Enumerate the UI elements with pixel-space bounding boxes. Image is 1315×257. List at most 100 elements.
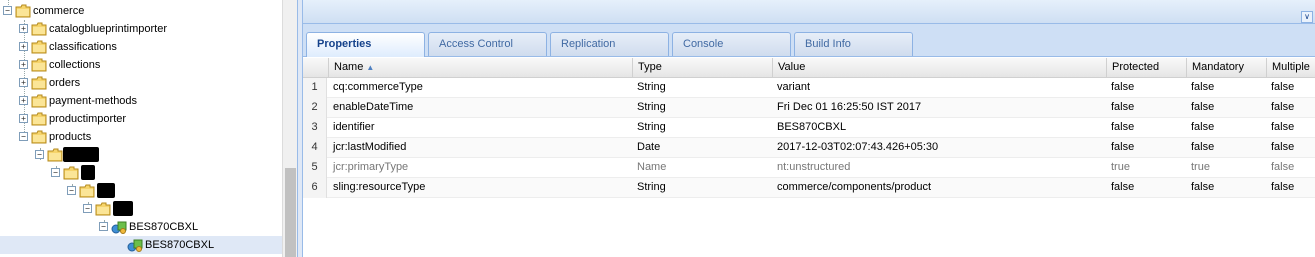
tree-expand-toggle[interactable]: + xyxy=(19,60,28,69)
cell-value[interactable]: Fri Dec 01 16:25:50 IST 2017 xyxy=(772,98,1106,118)
column-header-type[interactable]: Type xyxy=(632,58,772,78)
tree-node-redacted[interactable]: − xyxy=(0,164,282,182)
cell-value[interactable]: 2017-12-03T02:07:43.426+05:30 xyxy=(772,138,1106,158)
cell-name[interactable]: jcr:primaryType xyxy=(328,158,632,178)
tree-node-catalogblueprintimporter[interactable]: + catalogblueprintimporter xyxy=(0,20,282,38)
tree-collapse-toggle[interactable]: − xyxy=(99,222,108,231)
folder-icon xyxy=(31,130,47,144)
tree-scrollbar-thumb[interactable] xyxy=(285,168,296,257)
tree-node-classifications[interactable]: + classifications xyxy=(0,38,282,56)
tree-node-collections[interactable]: + collections xyxy=(0,56,282,74)
tree-node-label[interactable]: orders xyxy=(49,76,80,90)
table-row[interactable]: 3 identifier String BES870CBXL false fal… xyxy=(303,118,1315,138)
cell-value[interactable]: variant xyxy=(772,78,1106,98)
cell-protected: true xyxy=(1111,161,1130,173)
tree-scrollbar[interactable] xyxy=(282,0,297,257)
cell-name[interactable]: sling:resourceType xyxy=(328,178,632,198)
tree-node-label[interactable]: collections xyxy=(49,58,100,72)
tree-node-label[interactable]: BES870CBXL xyxy=(129,220,198,234)
table-row[interactable]: 2 enableDateTime String Fri Dec 01 16:25… xyxy=(303,98,1315,118)
tree-collapse-toggle[interactable]: − xyxy=(19,132,28,141)
column-header-mandatory[interactable]: Mandatory xyxy=(1186,58,1266,78)
tree-node-commerce[interactable]: − commerce xyxy=(0,2,282,20)
cell-multiple: false xyxy=(1271,161,1295,173)
cell-type[interactable]: Date xyxy=(632,138,772,158)
cell-value[interactable]: BES870CBXL xyxy=(772,118,1106,138)
cell-mandatory: false xyxy=(1191,101,1215,113)
tree-expand-toggle[interactable]: + xyxy=(19,96,28,105)
tree-node-label[interactable]: BES870CBXL xyxy=(145,238,214,252)
tree-node-label[interactable]: payment-methods xyxy=(49,94,137,108)
properties-panel: ∨ Properties Access Control Replication … xyxy=(303,0,1315,257)
tree-collapse-toggle[interactable]: − xyxy=(35,150,44,159)
cell-type[interactable]: Name xyxy=(632,158,772,178)
cell-mandatory: false xyxy=(1191,81,1215,93)
tree-expand-toggle[interactable]: + xyxy=(19,114,28,123)
tree-expand-toggle[interactable]: + xyxy=(19,78,28,87)
cell-multiple: false xyxy=(1271,141,1295,153)
redaction-mark xyxy=(97,183,115,198)
tree-collapse-toggle[interactable]: − xyxy=(83,204,92,213)
cell-multiple: false xyxy=(1271,181,1295,193)
tree-node-redacted[interactable]: − xyxy=(0,182,282,200)
folder-icon xyxy=(31,94,47,108)
cell-value[interactable]: nt:unstructured xyxy=(772,158,1106,178)
table-row[interactable]: 6 sling:resourceType String commerce/com… xyxy=(303,178,1315,198)
tree-expand-toggle[interactable]: + xyxy=(19,42,28,51)
cell-value[interactable]: commerce/components/product xyxy=(772,178,1106,198)
folder-icon xyxy=(79,184,95,198)
row-number: 5 xyxy=(303,158,327,178)
tab-strip: Properties Access Control Replication Co… xyxy=(303,24,1315,57)
column-header-label: Name xyxy=(334,61,364,73)
row-number: 4 xyxy=(303,138,327,158)
tab-build-info[interactable]: Build Info xyxy=(794,32,913,56)
tree-node-label[interactable]: products xyxy=(49,130,91,144)
folder-icon xyxy=(31,22,47,36)
tree-node-variant-bes870cbxl-selected[interactable]: BES870CBXL xyxy=(0,236,282,254)
tree-collapse-toggle[interactable]: − xyxy=(3,6,12,15)
cell-protected: false xyxy=(1111,101,1135,113)
tree-node-redacted[interactable]: − xyxy=(0,146,282,164)
cell-type[interactable]: String xyxy=(632,118,772,138)
tree-node-label[interactable]: productimporter xyxy=(49,112,126,126)
tree-collapse-toggle[interactable]: − xyxy=(67,186,76,195)
tree-node-products[interactable]: − products xyxy=(0,128,282,146)
column-header-protected[interactable]: Protected xyxy=(1106,58,1186,78)
column-header-name[interactable]: Name ▲ xyxy=(328,58,632,78)
tree-node-productimporter[interactable]: + productimporter xyxy=(0,110,282,128)
folder-icon xyxy=(31,76,47,90)
content-tree[interactable]: − commerce + catalogblueprintimporter + … xyxy=(0,0,282,257)
double-chevron-down-icon[interactable]: ∨ xyxy=(1301,11,1313,23)
tree-expand-toggle[interactable]: + xyxy=(19,24,28,33)
tree-node-label[interactable]: commerce xyxy=(33,4,84,18)
table-row[interactable]: 1 cq:commerceType String variant false f… xyxy=(303,78,1315,98)
cell-multiple: false xyxy=(1271,121,1295,133)
folder-icon xyxy=(95,202,111,216)
tab-access-control[interactable]: Access Control xyxy=(428,32,547,56)
tab-replication[interactable]: Replication xyxy=(550,32,669,56)
column-header-multiple[interactable]: Multiple xyxy=(1266,58,1315,78)
tree-node-label[interactable]: classifications xyxy=(49,40,117,54)
cell-name[interactable]: enableDateTime xyxy=(328,98,632,118)
tree-collapse-toggle[interactable]: − xyxy=(51,168,60,177)
properties-grid-header: Name ▲ Type Value Protected Mandatory Mul… xyxy=(303,58,1315,78)
cell-multiple: false xyxy=(1271,81,1295,93)
tree-node-orders[interactable]: + orders xyxy=(0,74,282,92)
sort-ascending-icon: ▲ xyxy=(366,63,375,72)
cell-name[interactable]: cq:commerceType xyxy=(328,78,632,98)
tree-node-product-bes870cbxl[interactable]: − BES870CBXL xyxy=(0,218,282,236)
table-row[interactable]: 4 jcr:lastModified Date 2017-12-03T02:07… xyxy=(303,138,1315,158)
tree-node-redacted[interactable]: − xyxy=(0,200,282,218)
tab-console[interactable]: Console xyxy=(672,32,791,56)
cell-type[interactable]: String xyxy=(632,78,772,98)
tree-node-payment-methods[interactable]: + payment-methods xyxy=(0,92,282,110)
table-row[interactable]: 5 jcr:primaryType Name nt:unstructured t… xyxy=(303,158,1315,178)
tab-properties[interactable]: Properties xyxy=(306,32,425,57)
column-header-value[interactable]: Value xyxy=(772,58,1106,78)
cell-type[interactable]: String xyxy=(632,178,772,198)
folder-icon xyxy=(31,40,47,54)
cell-name[interactable]: jcr:lastModified xyxy=(328,138,632,158)
cell-name[interactable]: identifier xyxy=(328,118,632,138)
tree-node-label[interactable]: catalogblueprintimporter xyxy=(49,22,167,36)
cell-type[interactable]: String xyxy=(632,98,772,118)
